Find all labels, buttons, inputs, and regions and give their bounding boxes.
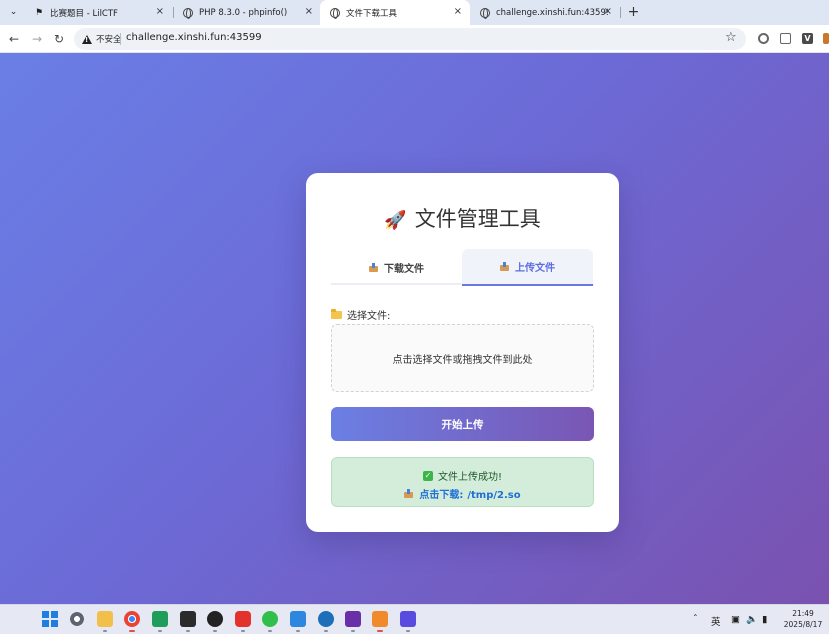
vscode-check-icon[interactable] bbox=[318, 611, 334, 632]
browser-toolbar: ← → ↻ 不安全 challenge.xinshi.fun:43599 ☆ V bbox=[0, 25, 829, 53]
qq-penguin-icon[interactable] bbox=[207, 611, 223, 632]
wechat-icon[interactable] bbox=[262, 611, 278, 632]
upload-result-alert: ✓ 文件上传成功! 点击下载:/tmp/2.so bbox=[331, 457, 594, 507]
system-clock[interactable]: 21:49 2025/8/17 bbox=[779, 608, 827, 630]
file-dropzone[interactable]: 点击选择文件或拖拽文件到此处 bbox=[331, 324, 594, 392]
download-link-path: /tmp/2.so bbox=[467, 490, 521, 501]
file-explorer-icon[interactable] bbox=[97, 611, 113, 632]
download-link[interactable]: 点击下载:/tmp/2.so bbox=[419, 486, 520, 501]
pycharm-icon[interactable] bbox=[152, 611, 168, 632]
tab-download[interactable]: 下载文件 bbox=[331, 249, 462, 285]
back-arrow-icon[interactable]: ← bbox=[6, 31, 22, 47]
phpstorm-icon[interactable] bbox=[345, 611, 361, 632]
tray-chevron-up-icon[interactable]: ˆ bbox=[693, 614, 698, 625]
page-title-text: 文件管理工具 bbox=[414, 207, 541, 231]
page-viewport: 🚀 文件管理工具 下载文件 上传文件 选择文件: 点击选择文件或拖拽文件到此处 开… bbox=[0, 53, 829, 604]
download-link-label: 点击下载: bbox=[419, 490, 464, 501]
globe-icon bbox=[480, 7, 490, 19]
clock-date: 2025/8/17 bbox=[783, 620, 823, 629]
tab-separator bbox=[620, 7, 621, 18]
globe-icon bbox=[330, 7, 340, 19]
rocket-icon: 🚀 bbox=[384, 210, 407, 231]
inbox-tray-icon bbox=[369, 262, 378, 272]
tab-title: PHP 8.3.0 - phpinfo() bbox=[199, 7, 288, 18]
new-tab-plus-icon[interactable]: + bbox=[625, 4, 642, 21]
extension-document-icon[interactable] bbox=[780, 33, 791, 44]
flag-icon: ⚑ bbox=[34, 7, 44, 18]
file-field-label: 选择文件: bbox=[331, 307, 390, 322]
browser-tab-strip: ⌄ ⚑ 比赛题目 - LilCTF × PHP 8.3.0 - phpinfo(… bbox=[0, 0, 829, 25]
ime-language-indicator[interactable]: 英 bbox=[711, 614, 721, 628]
result-download-line: 点击下载:/tmp/2.so bbox=[332, 486, 593, 501]
settings-gear-icon[interactable] bbox=[69, 611, 85, 627]
clock-time: 21:49 bbox=[792, 609, 814, 618]
windows-taskbar: ˆ 英 ▣ 🔈 ▮ 21:49 2025/8/17 bbox=[0, 604, 829, 634]
folder-icon bbox=[331, 308, 342, 319]
close-icon[interactable]: × bbox=[156, 7, 164, 17]
extension-v-icon[interactable]: V bbox=[802, 33, 813, 44]
url-text[interactable]: challenge.xinshi.fun:43599 bbox=[126, 32, 262, 43]
netease-music-icon[interactable] bbox=[235, 611, 251, 632]
tab-download-label: 下载文件 bbox=[384, 263, 424, 275]
tab-challenge-url[interactable]: challenge.xinshi.fun:43599/?c × bbox=[470, 0, 620, 25]
mode-tabs: 下载文件 上传文件 bbox=[331, 249, 594, 286]
extension-circle-icon[interactable] bbox=[758, 33, 769, 44]
tab-search-chevron-icon[interactable]: ⌄ bbox=[5, 4, 22, 21]
inbox-tray-icon bbox=[500, 262, 509, 271]
tab-upload[interactable]: 上传文件 bbox=[462, 249, 593, 286]
notepad-icon[interactable] bbox=[290, 611, 306, 632]
address-bar[interactable]: 不安全 challenge.xinshi.fun:43599 ☆ bbox=[74, 28, 746, 50]
file-field-label-text: 选择文件: bbox=[347, 311, 391, 322]
success-text: 文件上传成功! bbox=[437, 472, 502, 483]
battery-icon[interactable]: ▮ bbox=[762, 614, 767, 625]
forward-arrow-icon[interactable]: → bbox=[29, 31, 45, 47]
terminal-icon[interactable] bbox=[180, 611, 196, 632]
close-icon[interactable]: × bbox=[305, 7, 313, 17]
dropzone-text: 点击选择文件或拖拽文件到此处 bbox=[392, 354, 533, 366]
result-success-line: ✓ 文件上传成功! bbox=[332, 468, 593, 483]
globe-icon bbox=[183, 7, 193, 19]
volume-icon[interactable]: 🔈 bbox=[746, 614, 758, 625]
chrome-icon[interactable] bbox=[124, 611, 140, 632]
close-icon[interactable]: × bbox=[454, 7, 462, 17]
tab-title: 比赛题目 - LilCTF bbox=[50, 8, 118, 19]
tab-title: 文件下载工具 bbox=[346, 8, 398, 19]
warning-icon bbox=[82, 34, 92, 44]
extension-partial-icon[interactable] bbox=[823, 33, 829, 44]
lightning-app-icon[interactable] bbox=[400, 611, 416, 632]
tab-file-download-tool[interactable]: 文件下载工具 × bbox=[320, 0, 470, 25]
url-separator bbox=[120, 33, 121, 45]
page-title: 🚀 文件管理工具 bbox=[306, 203, 619, 233]
file-tool-card: 🚀 文件管理工具 下载文件 上传文件 选择文件: 点击选择文件或拖拽文件到此处 开… bbox=[306, 173, 619, 532]
windows-start-icon[interactable] bbox=[42, 611, 58, 627]
virtualbox-icon[interactable] bbox=[372, 611, 388, 632]
close-icon[interactable]: × bbox=[604, 7, 612, 17]
bookmark-star-icon[interactable]: ☆ bbox=[725, 30, 737, 45]
network-icon[interactable]: ▣ bbox=[731, 614, 740, 625]
reload-icon[interactable]: ↻ bbox=[51, 31, 67, 47]
tab-phpinfo[interactable]: PHP 8.3.0 - phpinfo() × bbox=[173, 0, 321, 25]
check-mark-icon: ✓ bbox=[422, 470, 433, 481]
start-upload-button[interactable]: 开始上传 bbox=[331, 407, 594, 441]
tab-lilctf[interactable]: ⚑ 比赛题目 - LilCTF × bbox=[24, 0, 172, 25]
tab-title: challenge.xinshi.fun:43599/?c bbox=[496, 7, 608, 18]
tab-upload-label: 上传文件 bbox=[515, 263, 555, 274]
security-label: 不安全 bbox=[96, 35, 122, 45]
inbox-tray-icon bbox=[404, 489, 414, 498]
security-indicator[interactable]: 不安全 bbox=[82, 33, 122, 45]
